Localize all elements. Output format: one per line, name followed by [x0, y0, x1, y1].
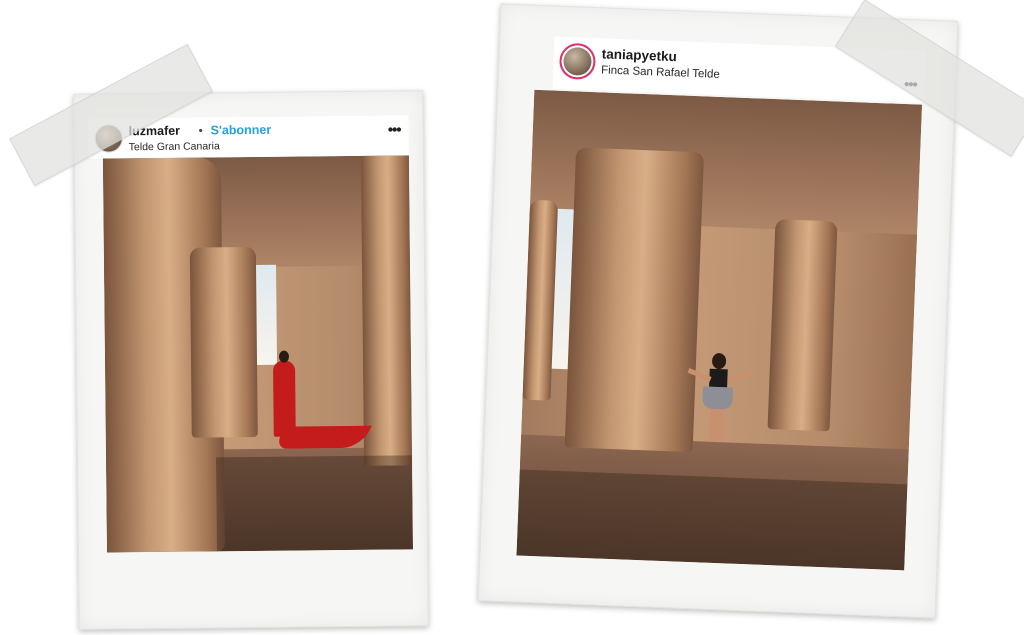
avatar[interactable]: [558, 42, 597, 81]
figure-head: [278, 350, 290, 363]
rock-pillar: [767, 219, 838, 432]
rock-pillar: [564, 147, 705, 453]
subscribe-button[interactable]: S'abonner: [211, 123, 272, 138]
location-label[interactable]: Finca San Rafael Telde: [601, 64, 720, 81]
floor-shadow: [216, 455, 413, 552]
post-photo[interactable]: [102, 155, 413, 553]
polaroid-card-left: luzmafer • S'abonner Telde Gran Canaria …: [73, 90, 429, 630]
polaroid-card-right: taniapyetku Finca San Rafael Telde •••: [477, 3, 959, 619]
figure-top: [709, 368, 728, 388]
figure-skirt: [702, 386, 734, 410]
more-options-icon[interactable]: •••: [388, 121, 401, 138]
separator-dot: •: [198, 123, 203, 138]
post-photo[interactable]: [516, 89, 923, 571]
rock-pillar: [189, 246, 258, 438]
username[interactable]: taniapyetku: [601, 46, 677, 64]
figure-legs: [709, 408, 725, 442]
rock-pillar: [360, 155, 413, 466]
red-dress-figure: [273, 360, 296, 437]
floor-shadow: [516, 469, 908, 571]
location-label[interactable]: Telde Gran Canaria: [129, 140, 220, 153]
